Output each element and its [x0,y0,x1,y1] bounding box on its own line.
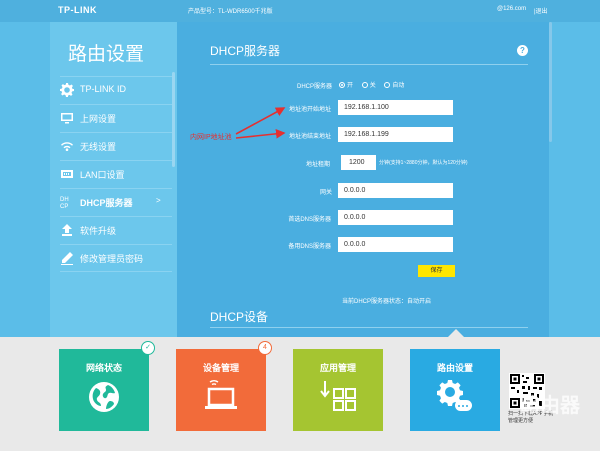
upload-icon [62,224,72,236]
dns-primary-label: 首选DNS服务器 [288,217,331,223]
radio-label: 自动 [392,83,405,89]
content-scrollbar[interactable] [549,22,552,142]
tile-label: 应用管理 [319,363,356,373]
monitor-icon [61,113,73,124]
save-button[interactable]: 保存 [418,265,455,277]
tile-label: 设备管理 [202,363,239,373]
radio-dot-icon [361,82,368,89]
section-divider [210,327,528,328]
tile-device-management[interactable]: 设备管理 4 [176,341,272,431]
radio-dot-icon [339,82,345,89]
gateway-label: 网关 [319,190,332,196]
radio-auto[interactable]: 自动 [384,80,404,89]
app-area: 路由设置 TP-LINK ID 上网设置 无线设置 LAN口设置 DH CP DH… [0,22,600,337]
wifi-icon [61,142,73,151]
globe-icon [89,382,119,412]
section-title-dhcp-devices: DHCP设备 [210,310,269,324]
pencil-icon [61,252,73,265]
sidebar-item-tplink-id[interactable]: TP-LINK ID [60,76,172,104]
section-divider [210,64,528,65]
check-badge-icon: ✓ [141,341,155,355]
tile-label: 网络状态 [85,363,122,373]
radio-label: 开 [347,83,354,89]
help-icon[interactable]: ? [517,45,528,56]
dhcp-mode-radio-group: 开 关 自动 [339,80,411,89]
dhcp-status-text: 当前DHCP服务器状态：自动开启 [342,299,432,305]
sidebar-item-label: LAN口设置 [80,170,125,180]
watermark: 路由器 [520,395,580,417]
svg-text:CP: CP [60,204,68,209]
sidebar-item-wireless[interactable]: 无线设置 [60,132,172,160]
gear-icon [60,83,74,97]
dns-secondary-label: 备用DNS服务器 [288,244,331,250]
active-tile-pointer [448,329,464,337]
sidebar-item-upgrade[interactable]: 软件升级 [60,216,172,244]
tile-app-management[interactable]: 应用管理 [293,349,383,431]
laptop-icon [205,380,237,409]
lease-hint: 分钟(支持1~2880分钟，默认为120分钟) [379,160,468,166]
tile-label: 路由设置 [436,363,473,373]
router-gear-icon [437,380,472,411]
apps-icon [320,381,356,411]
lan-icon [61,170,73,178]
sidebar-scrollbar[interactable] [172,72,175,167]
sidebar-item-label: TP-LINK ID [80,84,127,94]
chevron-right-icon: > [156,196,161,205]
radio-off[interactable]: 关 [361,80,376,89]
sidebar-item-label: 无线设置 [80,142,117,152]
annotation-arrows [235,107,286,139]
lease-field[interactable]: 1200 [341,155,376,170]
lease-label: 地址租期 [305,162,330,168]
sidebar-item-label: 修改管理员密码 [80,254,144,264]
sidebar-item-label: 软件升级 [80,226,117,236]
dns-secondary-field[interactable]: 0.0.0.0 [338,237,453,252]
sidebar-nav: TP-LINK ID 上网设置 无线设置 LAN口设置 DH CP DHCP服务器… [60,76,172,272]
sidebar-item-label: 上网设置 [80,114,117,124]
sidebar-title: 路由设置 [68,44,145,65]
radio-label: 关 [369,83,376,89]
sidebar: 路由设置 TP-LINK ID 上网设置 无线设置 LAN口设置 DH CP DH… [50,22,177,337]
gateway-field[interactable]: 0.0.0.0 [338,183,453,198]
top-bar: TP-LINK 产品型号：TL-WDR6500千兆版 @126.com |退出 [0,0,600,22]
device-count-badge: 4 [258,341,272,355]
section-title-dhcp-server: DHCP服务器 [210,44,281,58]
logout-link[interactable]: |退出 [534,6,548,15]
sidebar-item-label: DHCP服务器 [80,198,133,208]
dhcp-icon: DHCP [60,197,69,209]
product-model: 产品型号：TL-WDR6500千兆版 [188,9,273,15]
sidebar-item-lan[interactable]: LAN口设置 [60,160,172,188]
annotation-text: 内网IP地址池 [190,134,232,141]
tile-network-status[interactable]: 网络状态 ✓ [59,341,155,431]
tplink-logo: TP-LINK [58,5,97,15]
dhcp-panel: DHCP服务器 ? DHCP服务器 开 关 自动 地址池开始地址 192.168… [177,22,549,337]
sidebar-item-dhcp[interactable]: DH CP DHCP服务器 > [60,188,172,216]
account-email[interactable]: @126.com [497,6,526,12]
tile-router-settings[interactable]: 路由设置 [410,349,500,431]
pool-start-field[interactable]: 192.168.1.100 [338,100,453,115]
dns-primary-field[interactable]: 0.0.0.0 [338,210,453,225]
pool-end-field[interactable]: 192.168.1.199 [338,127,453,142]
dhcp-server-label: DHCP服务器 [296,84,332,90]
svg-text:DH: DH [60,197,69,203]
sidebar-item-internet[interactable]: 上网设置 [60,104,172,132]
radio-on[interactable]: 开 [339,80,353,89]
sidebar-item-password[interactable]: 修改管理员密码 [60,244,172,272]
radio-dot-icon [384,82,391,89]
